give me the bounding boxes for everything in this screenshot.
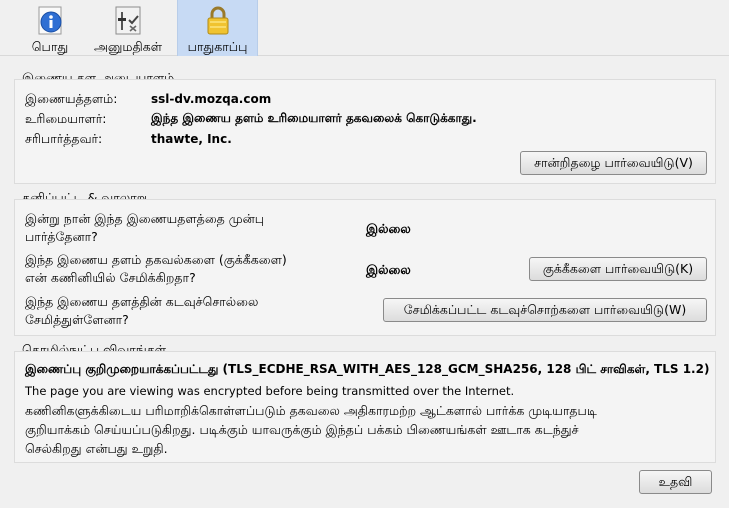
passwords-question-line2: சேமித்துள்ளேனா?	[25, 312, 129, 327]
cookies-question-line2: என் கணினியில் சேமிக்கிறதா?	[25, 270, 196, 285]
help-button[interactable]: உதவி	[639, 470, 712, 494]
view-cookies-button[interactable]: குக்கீகளை பார்வையிடு(K)	[529, 257, 707, 281]
tab-permissions[interactable]: அனுமதிகள்	[84, 0, 172, 56]
encryption-description-line1: கணினிகளுக்கிடைய பரிமாறிக்கொள்ளப்படும் தக…	[25, 403, 597, 418]
encryption-description-line2: குறியாக்கம் செய்யப்படுகிறது. படிக்கும் ய…	[25, 422, 579, 437]
view-certificate-button[interactable]: சான்றிதழை பார்வையிடு(V)	[520, 151, 707, 175]
tab-permissions-label: அனுமதிகள்	[94, 39, 162, 54]
tab-security-label: பாதுகாப்பு	[187, 39, 248, 54]
cookies-answer: இல்லை	[366, 262, 411, 277]
visited-question-line1: இன்று நான் இந்த இணையதளத்தை முன்பு	[25, 211, 265, 226]
passwords-question-line1: இந்த இணைய தளத்தின் கடவுச்சொல்லை	[25, 294, 259, 309]
encryption-description-line3: செல்கிறது என்பது உறுதி.	[25, 441, 168, 456]
tab-security[interactable]: பாதுகாப்பு	[177, 0, 258, 56]
website-value: ssl-dv.mozqa.com	[151, 92, 272, 106]
verifier-value: thawte, Inc.	[151, 132, 232, 146]
visited-question-line2: பார்த்தேனா?	[25, 229, 98, 244]
cookies-question-line1: இந்த இணைய தளம் தகவல்களை (குக்கீகளை)	[25, 252, 287, 267]
verifier-label: சரிபார்த்தவர்:	[25, 131, 103, 146]
website-label: இணையத்தளம்:	[25, 91, 118, 106]
encryption-english-note: The page you are viewing was encrypted b…	[25, 384, 515, 398]
visited-answer: இல்லை	[366, 221, 411, 236]
permissions-icon	[115, 6, 141, 35]
tab-general[interactable]: பொது	[24, 0, 76, 56]
tab-general-label: பொது	[31, 39, 69, 54]
lock-icon	[207, 6, 228, 35]
encryption-summary: இணைப்பு குறிமுறையாக்கப்பட்டது (TLS_ECDHE…	[25, 362, 710, 376]
info-icon	[38, 6, 62, 35]
view-saved-passwords-button[interactable]: சேமிக்கப்பட்ட கடவுச்சொற்களை பார்வையிடு(W…	[383, 298, 707, 322]
tab-toolbar: பொது அனுமதிகள் பாதுகாப்பு	[0, 0, 729, 56]
owner-label: உரிமையாளர்:	[25, 111, 107, 126]
owner-value: இந்த இணைய தளம் உரிமையாளர் தகவலைக் கொடுக்…	[151, 111, 477, 125]
